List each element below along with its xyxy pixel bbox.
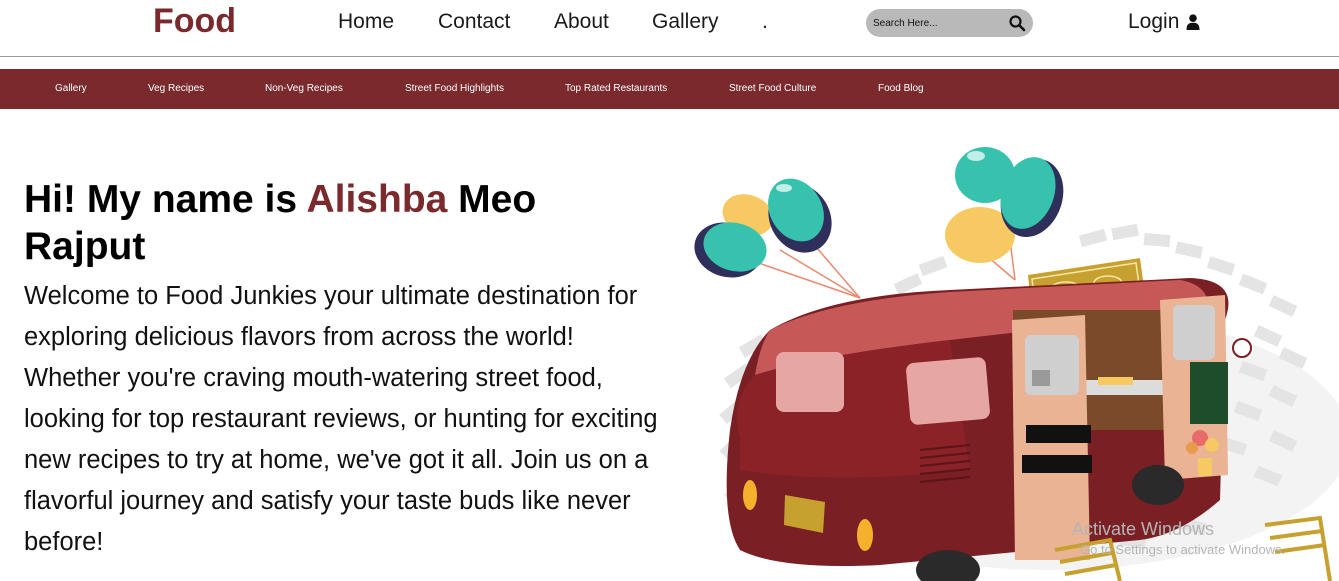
login-button[interactable]: Login [1128, 10, 1200, 34]
activate-windows-watermark: Activate Windows Go to Settings to activ… [1072, 519, 1285, 557]
subnav-top-rated-restaurants-link[interactable]: Top Rated Restaurants [565, 83, 667, 94]
subnav-veg-recipes-link[interactable]: Veg Recipes [148, 83, 204, 94]
search-input[interactable] [873, 15, 1003, 31]
search-icon[interactable] [1008, 14, 1026, 32]
user-icon [1186, 14, 1200, 30]
nav-dot-link[interactable]: . [762, 10, 768, 34]
watermark-title: Activate Windows [1072, 519, 1215, 539]
subnav-non-veg-recipes-link[interactable]: Non-Veg Recipes [265, 83, 343, 94]
subnav-gallery-link[interactable]: Gallery [55, 83, 87, 94]
nav-about-link[interactable]: About [554, 10, 609, 34]
balloons-right [945, 147, 1064, 263]
category-nav: Gallery Veg Recipes Non-Veg Recipes Stre… [0, 69, 1339, 109]
hero-title-prefix: Hi! My name is [24, 178, 307, 221]
subnav-food-blog-link[interactable]: Food Blog [878, 83, 924, 94]
hero-title: Hi! My name is Alishba Meo Rajput [24, 176, 644, 270]
nav-gallery-link[interactable]: Gallery [652, 10, 719, 34]
login-label: Login [1128, 10, 1180, 33]
nav-contact-link[interactable]: Contact [438, 10, 510, 34]
search-box [866, 9, 1033, 37]
food-truck-illustration [694, 147, 1339, 581]
balloons-left [694, 178, 832, 278]
watermark-subtitle: Go to Settings to activate Windows. [1080, 542, 1286, 557]
hero-title-name: Alishba [306, 178, 448, 221]
subnav-street-food-culture-link[interactable]: Street Food Culture [729, 83, 816, 94]
brand-logo[interactable]: Food [153, 2, 236, 41]
subnav-street-food-highlights-link[interactable]: Street Food Highlights [405, 83, 504, 94]
top-navbar: Food Home Contact About Gallery . Login [0, 0, 1339, 57]
hero-description: Welcome to Food Junkies your ultimate de… [24, 282, 658, 556]
nav-home-link[interactable]: Home [338, 10, 394, 34]
